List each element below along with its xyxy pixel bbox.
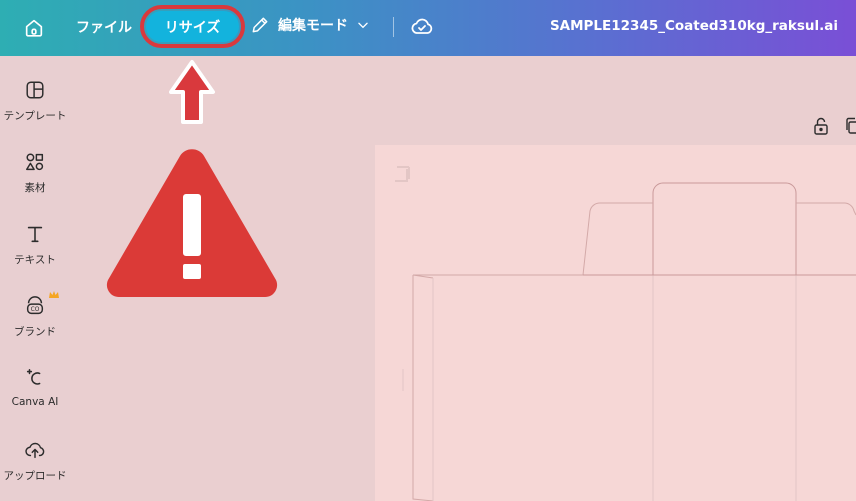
sidebar-item-label: ブランド: [14, 326, 56, 338]
document-title[interactable]: SAMPLE12345_Coated310kg_raksul.ai: [550, 18, 838, 34]
resize-button[interactable]: リサイズ: [146, 11, 239, 42]
pencil-icon: [252, 17, 268, 33]
sidebar-item-label: アップロード: [3, 470, 67, 482]
sidebar-item-label: テンプレート: [3, 110, 67, 122]
sidebar-item-label: Canva AI: [11, 396, 59, 408]
resize-highlight-outline: リサイズ: [140, 5, 245, 48]
edit-mode-label: 編集モード: [278, 18, 348, 34]
toolbar-divider: [393, 17, 394, 37]
brand-icon: CO: [23, 294, 47, 318]
box-dieline: [395, 166, 856, 501]
elements-icon: [23, 150, 47, 174]
sidebar-item-templates[interactable]: テンプレート: [0, 78, 70, 123]
sidebar-item-label: 素材: [24, 182, 46, 194]
home-icon: [25, 19, 43, 37]
home-button[interactable]: [20, 14, 48, 42]
edit-mode-dropdown[interactable]: 編集モード: [250, 15, 370, 35]
canva-ai-icon: [23, 366, 47, 390]
arrow-up-icon: [169, 60, 215, 124]
cloud-save-button[interactable]: [410, 15, 436, 39]
sidebar-item-brand[interactable]: CO ブランド: [0, 291, 70, 339]
chevron-down-icon: [358, 22, 368, 29]
design-canvas[interactable]: [375, 145, 856, 501]
duplicate-icon[interactable]: [846, 116, 856, 136]
svg-text:CO: CO: [31, 306, 40, 313]
top-toolbar: ファイル リサイズ 編集モード SAMPLE12345_Coated310kg_…: [0, 0, 856, 56]
cloud-check-icon: [411, 18, 433, 34]
text-icon: [23, 222, 47, 246]
file-menu[interactable]: ファイル: [76, 17, 132, 37]
template-icon: [23, 78, 47, 102]
sidebar-item-text[interactable]: テキスト: [0, 222, 70, 267]
sidebar-item-label: テキスト: [14, 254, 56, 266]
lock-icon[interactable]: [812, 116, 830, 136]
warning-icon: [106, 149, 278, 298]
sidebar-item-upload[interactable]: アップロード: [0, 438, 70, 483]
crown-icon: [49, 291, 59, 298]
upload-icon: [23, 438, 47, 462]
sidebar-item-elements[interactable]: 素材: [0, 150, 70, 195]
sidebar-item-canva-ai[interactable]: Canva AI: [0, 366, 70, 408]
left-sidebar: テンプレート 素材 テキスト CO ブランド Canva AI アップロード: [0, 56, 70, 501]
